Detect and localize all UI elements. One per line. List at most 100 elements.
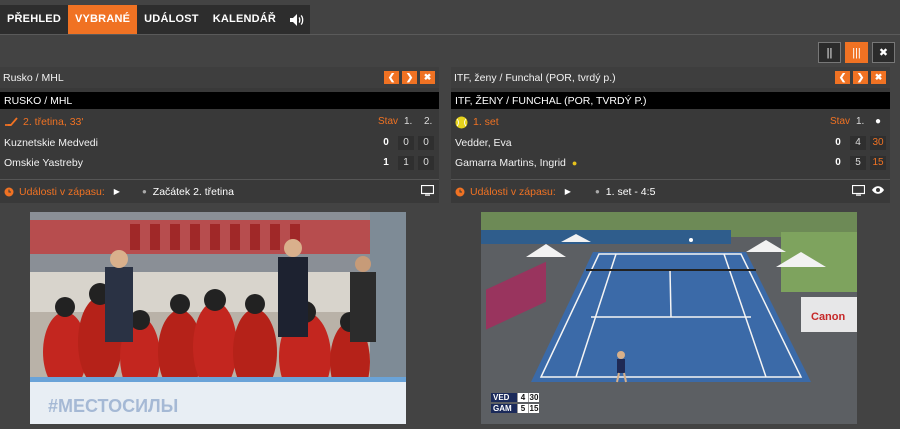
team-row: Omskie Yastreby 1 1 0 xyxy=(0,153,439,173)
team-period-1: 1 xyxy=(398,156,414,170)
match-panel-tennis: ITF, ženy / Funchal (POR, tvrdý p.) ❮ ❯ … xyxy=(451,67,890,203)
two-columns-icon: || xyxy=(826,46,833,59)
chevron-left-icon: ❮ xyxy=(387,72,396,82)
svg-text:Canon: Canon xyxy=(811,311,846,323)
score-header: 1. set Stav 1. ● xyxy=(451,111,890,133)
puck-icon: ● xyxy=(141,187,147,196)
two-columns-button[interactable]: || xyxy=(818,42,841,63)
event-icons xyxy=(421,185,434,196)
ball-icon: ● xyxy=(594,187,600,196)
team-period-1: 0 xyxy=(398,136,414,150)
nav-divider xyxy=(0,34,900,35)
scorebug-points: 30 xyxy=(528,393,539,402)
team-name: Omskie Yastreby xyxy=(4,157,83,169)
tab-prehled[interactable]: PŘEHLED xyxy=(0,5,68,34)
player-name: Gamarra Martins, Ingrid xyxy=(455,157,566,169)
close-panel-button[interactable]: ✖ xyxy=(420,71,435,84)
chevron-right-icon: ❯ xyxy=(856,72,865,82)
league-banner: RUSKO / MHL xyxy=(0,92,439,109)
score-header: 2. třetina, 33' Stav 1. 2. xyxy=(0,111,439,133)
close-icon: ✖ xyxy=(423,72,432,82)
chevron-right-icon: ❯ xyxy=(405,72,414,82)
period-text: 1. set xyxy=(473,116,499,128)
team-name: Kuznetskie Medvedi xyxy=(4,137,98,149)
league-banner: ITF, ŽENY / FUNCHAL (POR, TVRDÝ P.) xyxy=(451,92,890,109)
last-event: ● Začátek 2. třetina xyxy=(142,186,234,198)
events-label-text: Události v zápasu: xyxy=(19,185,105,198)
team-period-2: 0 xyxy=(418,156,434,170)
serve-column-icon: ● xyxy=(875,116,882,127)
period-status: 2. třetina, 33' xyxy=(4,116,83,128)
scorebug-games: 5 xyxy=(517,404,528,413)
move-right-button[interactable]: ❯ xyxy=(402,71,417,84)
move-right-button[interactable]: ❯ xyxy=(853,71,868,84)
events-bar[interactable]: Události v zápasu: ▶ ● 1. set - 4:5 xyxy=(451,179,890,203)
last-event-text: 1. set - 4:5 xyxy=(605,185,656,198)
speaker-icon xyxy=(289,13,303,26)
scorebug-games: 4 xyxy=(517,393,528,402)
event-icons xyxy=(852,185,885,196)
col-1-header: 1. xyxy=(404,116,413,127)
top-navigation: PŘEHLED VYBRANÉ UDÁLOST KALENDÁŘ xyxy=(0,5,311,34)
clock-icon xyxy=(4,187,14,196)
col-total-header: Stav xyxy=(378,116,399,127)
panel-title: Rusko / MHL xyxy=(3,71,64,84)
tab-kalendar[interactable]: KALENDÁŘ xyxy=(205,5,284,34)
hockey-video-stream[interactable]: #МЕСТОСИЛЫ xyxy=(30,212,406,424)
panel-header: Rusko / MHL ❮ ❯ ✖ xyxy=(0,67,439,88)
col-total-header: Stav xyxy=(830,116,851,127)
period-status: 1. set xyxy=(455,116,499,129)
team-row: Kuznetskie Medvedi 0 0 0 xyxy=(0,133,439,153)
tab-vybrane[interactable]: VYBRANÉ xyxy=(67,5,138,34)
player-set-1: 4 xyxy=(850,136,866,150)
eye-icon[interactable] xyxy=(871,185,885,195)
tennis-ball-icon xyxy=(455,116,468,128)
scorebug-row: GAM 5 15 xyxy=(491,403,539,414)
player-set-1: 5 xyxy=(850,156,866,170)
three-columns-icon: ||| xyxy=(852,46,861,59)
chevron-left-icon: ❮ xyxy=(838,72,847,82)
scorebug-row: VED 4 30 xyxy=(491,392,539,403)
layout-switcher: || ||| ✖ xyxy=(818,42,895,63)
close-panel-button[interactable]: ✖ xyxy=(871,71,886,84)
hockey-stream-image: #МЕСТОСИЛЫ xyxy=(30,212,406,424)
move-left-button[interactable]: ❮ xyxy=(384,71,399,84)
col-2-header: 2. xyxy=(424,116,433,127)
panel-header: ITF, ženy / Funchal (POR, tvrdý p.) ❮ ❯ … xyxy=(451,67,890,88)
panel-controls: ❮ ❯ ✖ xyxy=(384,71,435,84)
scorebug-points: 15 xyxy=(528,404,539,413)
clock-icon xyxy=(455,187,465,196)
play-arrow-icon: ▶ xyxy=(564,187,571,196)
events-label: Události v zápasu: ▶ xyxy=(455,186,571,198)
scorebug-player-code: GAM xyxy=(491,404,517,413)
player-game-points: 15 xyxy=(870,156,886,170)
team-total: 0 xyxy=(383,137,389,148)
last-event: ● 1. set - 4:5 xyxy=(595,186,655,198)
three-columns-button[interactable]: ||| xyxy=(845,42,868,63)
sound-button[interactable] xyxy=(283,5,311,34)
close-layout-button[interactable]: ✖ xyxy=(872,42,895,63)
col-1-header: 1. xyxy=(856,116,865,127)
scorebug-player-code: VED xyxy=(491,393,517,402)
player-name: Vedder, Eva xyxy=(455,137,512,149)
player-total: 0 xyxy=(835,157,841,168)
tv-icon[interactable] xyxy=(852,185,865,196)
tv-icon[interactable] xyxy=(421,185,434,196)
hockey-stick-icon xyxy=(5,117,18,126)
svg-text:#МЕСТОСИЛЫ: #МЕСТОСИЛЫ xyxy=(48,396,178,416)
play-arrow-icon: ▶ xyxy=(113,187,120,196)
team-total: 1 xyxy=(383,157,389,168)
close-icon: ✖ xyxy=(874,72,883,82)
events-label-text: Události v zápasu: xyxy=(470,185,556,198)
move-left-button[interactable]: ❮ xyxy=(835,71,850,84)
player-game-points: 30 xyxy=(870,136,886,150)
tennis-video-stream[interactable]: Canon VED 4 30 GAM 5 15 xyxy=(481,212,857,424)
player-row: Vedder, Eva 0 4 30 xyxy=(451,133,890,153)
tab-udalost[interactable]: UDÁLOST xyxy=(137,5,206,34)
match-panel-hockey: Rusko / MHL ❮ ❯ ✖ RUSKO / MHL 2. třetina… xyxy=(0,67,439,203)
tv-scorebug: VED 4 30 GAM 5 15 xyxy=(491,392,539,414)
team-period-2: 0 xyxy=(418,136,434,150)
panel-title: ITF, ženy / Funchal (POR, tvrdý p.) xyxy=(454,71,616,84)
events-bar[interactable]: Události v zápasu: ▶ ● Začátek 2. třetin… xyxy=(0,179,439,203)
last-event-text: Začátek 2. třetina xyxy=(152,185,234,198)
